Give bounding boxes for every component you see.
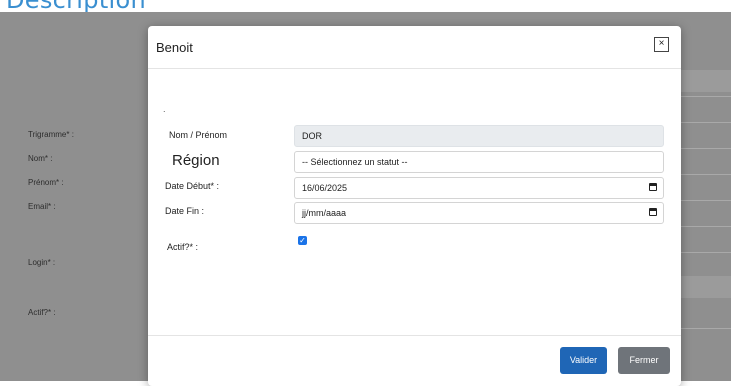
date-debut-value: 16/06/2025	[302, 183, 348, 193]
region-label: Région	[172, 152, 220, 169]
modal-footer-divider	[148, 335, 681, 336]
date-fin-input[interactable]: jj/mm/aaaa	[294, 202, 664, 224]
date-debut-label: Date Début* :	[165, 181, 220, 191]
date-debut-input[interactable]: 16/06/2025	[294, 177, 664, 199]
calendar-icon[interactable]	[649, 183, 657, 191]
fermer-button[interactable]: Fermer	[618, 347, 670, 374]
calendar-icon[interactable]	[649, 208, 657, 216]
valider-button[interactable]: Valider	[560, 347, 607, 374]
modal-title: Benoit	[156, 40, 193, 55]
background-label-email: Email* :	[28, 202, 56, 211]
region-select[interactable]: -- Sélectionnez un statut --	[294, 151, 664, 173]
close-button[interactable]: ×	[654, 37, 669, 52]
edit-modal: Benoit × . Nom / Prénom DOR Région -- Sé…	[148, 26, 681, 386]
background-label-prenom: Prénom* :	[28, 178, 64, 187]
actif-label: Actif?* :	[167, 242, 199, 252]
nom-prenom-label: Nom / Prénom	[169, 130, 228, 140]
background-label-actif: Actif?* :	[28, 308, 56, 317]
nom-prenom-field: DOR	[294, 125, 664, 147]
modal-header: Benoit ×	[148, 26, 681, 69]
date-fin-value: jj/mm/aaaa	[302, 208, 347, 218]
background-label-nom: Nom* :	[28, 154, 53, 163]
stray-dot: .	[163, 104, 166, 114]
actif-checkbox[interactable]: ✓	[298, 236, 307, 245]
date-fin-label: Date Fin :	[165, 206, 205, 216]
background-label-login: Login* :	[28, 258, 56, 267]
background-label-trigramme: Trigramme* :	[28, 130, 74, 139]
